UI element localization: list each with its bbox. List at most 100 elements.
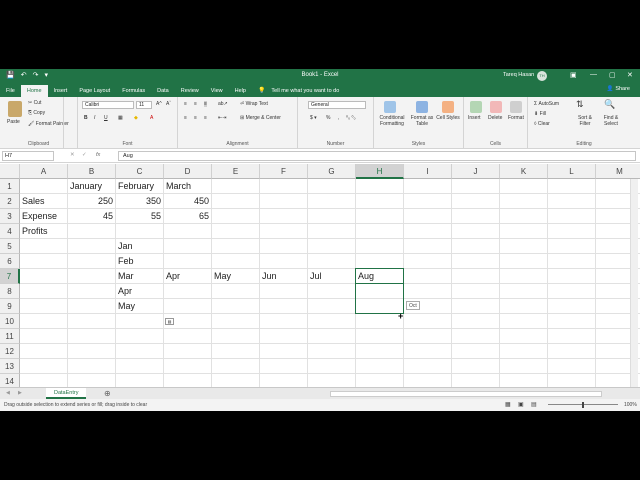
maximize-icon[interactable]: ▢ <box>609 71 616 79</box>
cell-g13[interactable] <box>308 359 356 374</box>
number-format-select[interactable]: General <box>308 101 366 109</box>
format-table-button[interactable]: Format as Table <box>410 115 434 127</box>
cell-b6[interactable] <box>68 254 116 269</box>
row-header-6[interactable]: 6 <box>0 254 20 269</box>
conditional-format-button[interactable]: Conditional Formatting <box>376 115 408 127</box>
cancel-icon[interactable]: ✕ <box>70 152 75 158</box>
cell-d3[interactable]: 65 <box>164 209 212 224</box>
zoom-level[interactable]: 100% <box>624 399 637 411</box>
cell-a7[interactable] <box>20 269 68 284</box>
cell-a8[interactable] <box>20 284 68 299</box>
cell-f1[interactable] <box>260 179 308 194</box>
cell-e13[interactable] <box>212 359 260 374</box>
orientation-icon[interactable]: ab↗ <box>218 101 228 107</box>
cell-e1[interactable] <box>212 179 260 194</box>
cell-d7[interactable]: Apr <box>164 269 212 284</box>
cell-j4[interactable] <box>452 224 500 239</box>
cell-h13[interactable] <box>356 359 404 374</box>
column-header-i[interactable]: I <box>404 164 452 179</box>
cell-e3[interactable] <box>212 209 260 224</box>
row-header-7[interactable]: 7 <box>0 269 20 284</box>
row-header-3[interactable]: 3 <box>0 209 20 224</box>
cell-k5[interactable] <box>500 239 548 254</box>
cell-f5[interactable] <box>260 239 308 254</box>
cell-a10[interactable] <box>20 314 68 329</box>
clear-button[interactable]: ◊ Clear <box>534 121 550 127</box>
prev-sheet-icon[interactable]: ◀ <box>6 390 10 396</box>
tab-data[interactable]: Data <box>151 85 175 97</box>
column-header-a[interactable]: A <box>20 164 68 179</box>
shrink-font-icon[interactable]: Aˇ <box>166 101 171 107</box>
cell-h12[interactable] <box>356 344 404 359</box>
cell-j5[interactable] <box>452 239 500 254</box>
cell-k2[interactable] <box>500 194 548 209</box>
cell-j11[interactable] <box>452 329 500 344</box>
column-header-h[interactable]: H <box>356 164 404 179</box>
cell-g5[interactable] <box>308 239 356 254</box>
cell-i6[interactable] <box>404 254 452 269</box>
cell-f11[interactable] <box>260 329 308 344</box>
cell-b7[interactable] <box>68 269 116 284</box>
cell-c3[interactable]: 55 <box>116 209 164 224</box>
align-left-icon[interactable]: ≡ <box>184 115 187 121</box>
page-break-view-icon[interactable]: ▤ <box>531 399 537 411</box>
merge-center-button[interactable]: ⊞ Merge & Center <box>240 115 281 121</box>
cell-l8[interactable] <box>548 284 596 299</box>
page-layout-view-icon[interactable]: ▣ <box>518 399 524 411</box>
cell-g9[interactable] <box>308 299 356 314</box>
cell-e12[interactable] <box>212 344 260 359</box>
column-header-l[interactable]: L <box>548 164 596 179</box>
cell-k8[interactable] <box>500 284 548 299</box>
cell-a11[interactable] <box>20 329 68 344</box>
cell-f6[interactable] <box>260 254 308 269</box>
cell-d1[interactable]: March <box>164 179 212 194</box>
cell-l5[interactable] <box>548 239 596 254</box>
indent-icon[interactable]: ⇤⇥ <box>218 115 226 121</box>
cell-a3[interactable]: Expense <box>20 209 68 224</box>
cell-d12[interactable] <box>164 344 212 359</box>
cell-i7[interactable] <box>404 269 452 284</box>
row-header-5[interactable]: 5 <box>0 239 20 254</box>
border-icon[interactable]: ▦ <box>118 115 123 121</box>
tab-review[interactable]: Review <box>175 85 205 97</box>
enter-icon[interactable]: ✓ <box>82 152 87 158</box>
cell-k4[interactable] <box>500 224 548 239</box>
cell-i2[interactable] <box>404 194 452 209</box>
cell-i12[interactable] <box>404 344 452 359</box>
column-header-d[interactable]: D <box>164 164 212 179</box>
cell-c6[interactable]: Feb <box>116 254 164 269</box>
row-header-2[interactable]: 2 <box>0 194 20 209</box>
cell-j13[interactable] <box>452 359 500 374</box>
cell-k6[interactable] <box>500 254 548 269</box>
cell-k12[interactable] <box>500 344 548 359</box>
cell-l13[interactable] <box>548 359 596 374</box>
cell-c5[interactable]: Jan <box>116 239 164 254</box>
cell-h4[interactable] <box>356 224 404 239</box>
column-header-k[interactable]: K <box>500 164 548 179</box>
sheet-tab-dataentry[interactable]: DataEntry <box>46 388 87 399</box>
autosum-button[interactable]: Σ AutoSum <box>534 101 559 107</box>
cell-c4[interactable] <box>116 224 164 239</box>
cell-i1[interactable] <box>404 179 452 194</box>
cell-c12[interactable] <box>116 344 164 359</box>
cell-k3[interactable] <box>500 209 548 224</box>
column-header-f[interactable]: F <box>260 164 308 179</box>
cell-l3[interactable] <box>548 209 596 224</box>
cell-l10[interactable] <box>548 314 596 329</box>
row-header-4[interactable]: 4 <box>0 224 20 239</box>
cell-e7[interactable]: May <box>212 269 260 284</box>
grow-font-icon[interactable]: A^ <box>156 101 162 107</box>
cell-k7[interactable] <box>500 269 548 284</box>
cell-g3[interactable] <box>308 209 356 224</box>
cell-f2[interactable] <box>260 194 308 209</box>
cell-f12[interactable] <box>260 344 308 359</box>
cell-d13[interactable] <box>164 359 212 374</box>
cell-i11[interactable] <box>404 329 452 344</box>
cell-a9[interactable] <box>20 299 68 314</box>
cell-j10[interactable] <box>452 314 500 329</box>
cell-e6[interactable] <box>212 254 260 269</box>
cell-j1[interactable] <box>452 179 500 194</box>
cell-d8[interactable] <box>164 284 212 299</box>
cell-f7[interactable]: Jun <box>260 269 308 284</box>
cell-f8[interactable] <box>260 284 308 299</box>
